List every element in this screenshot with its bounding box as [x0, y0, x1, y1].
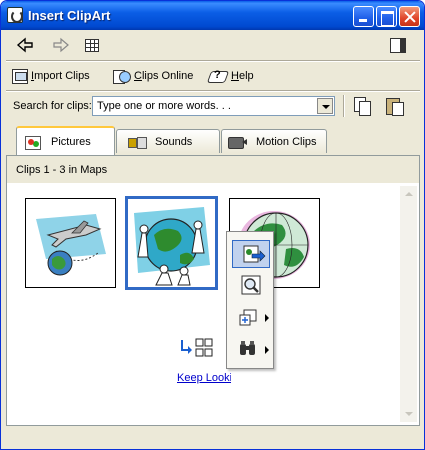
- preview-clip-icon: [241, 275, 261, 295]
- import-clips-button[interactable]: Import Clips: [12, 67, 90, 85]
- find-similar-button[interactable]: [232, 336, 270, 364]
- links-toolbar: Import Clips Clips Online Help: [6, 63, 420, 89]
- window-title: Insert ClipArt: [28, 8, 111, 23]
- tab-sounds[interactable]: Sounds: [116, 129, 220, 153]
- binoculars-icon: [240, 341, 255, 355]
- motion-clips-icon: [228, 134, 248, 150]
- toolbar-divider: [6, 90, 420, 92]
- tab-label: Pictures: [51, 135, 91, 148]
- title-bar[interactable]: Insert ClipArt: [1, 1, 424, 30]
- help-label: Help: [231, 70, 254, 82]
- help-icon: [208, 68, 228, 84]
- pictures-icon: [23, 134, 43, 150]
- keep-looking-link[interactable]: Keep Looki: [177, 372, 231, 384]
- tab-label: Sounds: [155, 135, 193, 148]
- insert-clipart-window: Insert ClipArt Import Clips Clips Online…: [0, 0, 425, 450]
- help-button[interactable]: Help: [208, 67, 254, 85]
- search-toolbar: Search for clips:: [6, 93, 420, 119]
- status-bar: [6, 431, 420, 449]
- results-header: Clips 1 - 3 in Maps: [7, 156, 419, 184]
- forward-arrow-icon[interactable]: [50, 36, 72, 56]
- copy-icon[interactable]: [354, 97, 372, 116]
- submenu-arrow-icon: [265, 346, 269, 354]
- preview-clip-button[interactable]: [232, 272, 270, 300]
- insert-clip-icon: [243, 245, 266, 263]
- import-clips-label: Import Clips: [31, 70, 90, 82]
- clips-online-label: Clips Online: [134, 70, 194, 82]
- add-to-category-icon: [239, 309, 257, 326]
- chevron-down-icon[interactable]: [317, 98, 333, 114]
- tab-label: Motion Clips: [256, 135, 317, 148]
- toolbar-separator: [343, 95, 345, 117]
- search-combo[interactable]: [92, 96, 335, 116]
- search-label: Search for clips:: [13, 100, 92, 112]
- scroll-up-icon[interactable]: [400, 186, 417, 203]
- clip-gallery: Keep Looki: [13, 186, 399, 420]
- keep-looking-icon[interactable]: [178, 338, 214, 360]
- minimize-button[interactable]: [353, 6, 374, 27]
- back-arrow-icon[interactable]: [14, 36, 36, 56]
- clip-thumbnail-airplane-globe[interactable]: [25, 198, 116, 288]
- clip-grid-icon[interactable]: [85, 39, 99, 52]
- tab-pictures[interactable]: Pictures: [16, 126, 115, 155]
- navigation-toolbar: [6, 33, 420, 59]
- clipart-app-icon: [7, 7, 23, 23]
- vertical-scrollbar[interactable]: [400, 186, 417, 422]
- clips-online-button[interactable]: Clips Online: [113, 67, 193, 85]
- add-to-category-button[interactable]: [232, 304, 270, 332]
- clip-type-tabs: Pictures Sounds Motion Clips: [6, 125, 420, 155]
- submenu-arrow-icon: [265, 314, 269, 322]
- change-pane-icon[interactable]: [390, 38, 406, 53]
- maximize-button[interactable]: [376, 6, 397, 27]
- import-clips-icon: [12, 68, 28, 84]
- clip-context-menu: [226, 231, 274, 369]
- paste-icon[interactable]: [386, 97, 404, 116]
- close-button[interactable]: [399, 6, 420, 27]
- scroll-down-icon[interactable]: [400, 405, 417, 422]
- clips-online-icon: [113, 68, 131, 84]
- insert-clip-button[interactable]: [232, 240, 270, 268]
- search-input[interactable]: [95, 98, 315, 114]
- toolbar-divider: [6, 60, 420, 62]
- tab-motion-clips[interactable]: Motion Clips: [221, 129, 327, 153]
- clips-pane: Clips 1 - 3 in Maps Keep Looki: [6, 155, 420, 426]
- sounds-icon: [127, 134, 147, 150]
- clip-thumbnail-people-around-globe[interactable]: [125, 196, 218, 290]
